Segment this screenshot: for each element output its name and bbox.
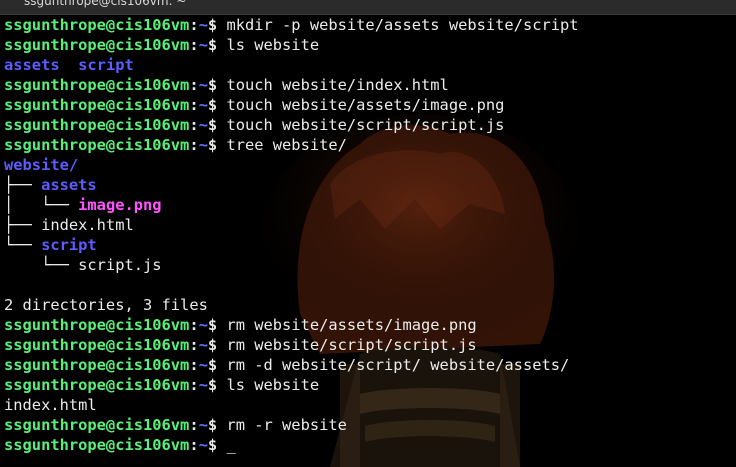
window-titlebar[interactable]: ssgunthrope@cis106vm: ~ — [0, 0, 736, 15]
prompt-symbol: $ — [207, 16, 227, 34]
prompt-user-host: ssgunthrope@cis106vm — [4, 96, 190, 114]
output-text: └── — [4, 236, 42, 254]
prompt-symbol: $ — [207, 96, 227, 114]
prompt-path: ~ — [198, 16, 208, 34]
directory-name: assets — [41, 176, 97, 194]
prompt-line: ssgunthrope@cis106vm:~$ rm -r website — [4, 415, 732, 435]
prompt-separator: : — [189, 416, 199, 434]
prompt-path: ~ — [198, 336, 208, 354]
output-line: ├── assets — [4, 175, 732, 195]
output-line: │ └── image.png — [4, 195, 732, 215]
prompt-line: ssgunthrope@cis106vm:~$ rm website/scrip… — [4, 335, 732, 355]
command-text: touch website/index.html — [226, 76, 449, 94]
output-text: └── script.js — [4, 256, 162, 274]
prompt-line: ssgunthrope@cis106vm:~$ tree website/ — [4, 135, 732, 155]
prompt-user-host: ssgunthrope@cis106vm — [4, 136, 190, 154]
prompt-line: ssgunthrope@cis106vm:~$ ls website — [4, 375, 732, 395]
directory-name: website/ — [4, 156, 79, 174]
output-text: ├── — [4, 176, 42, 194]
directory-name: script — [78, 56, 134, 74]
prompt-user-host: ssgunthrope@cis106vm — [4, 356, 190, 374]
prompt-line: ssgunthrope@cis106vm:~$ mkdir -p website… — [4, 15, 732, 35]
output-line: website/ — [4, 155, 732, 175]
prompt-separator: : — [189, 36, 199, 54]
prompt-user-host: ssgunthrope@cis106vm — [4, 416, 190, 434]
output-line: 2 directories, 3 files — [4, 295, 732, 315]
prompt-line: ssgunthrope@cis106vm:~$ touch website/sc… — [4, 115, 732, 135]
prompt-path: ~ — [198, 436, 208, 454]
prompt-separator: : — [189, 356, 199, 374]
prompt-user-host: ssgunthrope@cis106vm — [4, 36, 190, 54]
prompt-separator: : — [189, 16, 199, 34]
prompt-path: ~ — [198, 356, 208, 374]
prompt-line: ssgunthrope@cis106vm:~$ rm -d website/sc… — [4, 355, 732, 375]
prompt-user-host: ssgunthrope@cis106vm — [4, 76, 190, 94]
prompt-line: ssgunthrope@cis106vm:~$ ls website — [4, 35, 732, 55]
output-text: ├── index.html — [4, 216, 134, 234]
text-cursor[interactable]: _ — [226, 436, 235, 454]
file-name-image: image.png — [78, 196, 162, 214]
window-title: ssgunthrope@cis106vm: ~ — [24, 0, 187, 8]
command-text: touch website/assets/image.png — [226, 96, 505, 114]
output-line: ├── index.html — [4, 215, 732, 235]
prompt-separator: : — [189, 376, 199, 394]
prompt-user-host: ssgunthrope@cis106vm — [4, 436, 190, 454]
prompt-path: ~ — [198, 116, 208, 134]
prompt-symbol: $ — [207, 36, 227, 54]
prompt-path: ~ — [198, 76, 208, 94]
prompt-path: ~ — [198, 376, 208, 394]
prompt-user-host: ssgunthrope@cis106vm — [4, 116, 190, 134]
prompt-path: ~ — [198, 36, 208, 54]
prompt-separator: : — [189, 336, 199, 354]
prompt-symbol: $ — [207, 376, 227, 394]
terminal-output[interactable]: ssgunthrope@cis106vm:~$ mkdir -p website… — [4, 15, 732, 465]
command-text: ls website — [226, 376, 320, 394]
command-text: mkdir -p website/assets website/script — [226, 16, 579, 34]
prompt-user-host: ssgunthrope@cis106vm — [4, 316, 190, 334]
command-text: rm -d website/script/ website/assets/ — [226, 356, 570, 374]
prompt-path: ~ — [198, 136, 208, 154]
prompt-line: ssgunthrope@cis106vm:~$ rm website/asset… — [4, 315, 732, 335]
prompt-symbol: $ — [207, 436, 227, 454]
prompt-line: ssgunthrope@cis106vm:~$ touch website/in… — [4, 75, 732, 95]
prompt-symbol: $ — [207, 116, 227, 134]
output-line: └── script.js — [4, 255, 732, 275]
output-line: └── script — [4, 235, 732, 255]
command-text: tree website/ — [226, 136, 347, 154]
command-text: ls website — [226, 36, 320, 54]
command-text: rm website/script/script.js — [226, 336, 477, 354]
command-text: touch website/script/script.js — [226, 116, 505, 134]
prompt-line: ssgunthrope@cis106vm:~$ touch website/as… — [4, 95, 732, 115]
prompt-separator: : — [189, 436, 199, 454]
directory-name: assets — [4, 56, 60, 74]
prompt-separator: : — [189, 316, 199, 334]
prompt-symbol: $ — [207, 416, 227, 434]
prompt-symbol: $ — [207, 76, 227, 94]
output-text: 2 directories, 3 files — [4, 296, 208, 314]
output-line: index.html — [4, 395, 732, 415]
prompt-symbol: $ — [207, 316, 227, 334]
prompt-path: ~ — [198, 416, 208, 434]
prompt-user-host: ssgunthrope@cis106vm — [4, 16, 190, 34]
prompt-path: ~ — [198, 316, 208, 334]
output-text: │ └── — [4, 196, 79, 214]
output-line: assets script — [4, 55, 732, 75]
prompt-symbol: $ — [207, 136, 227, 154]
command-text: rm -r website — [226, 416, 347, 434]
prompt-line: ssgunthrope@cis106vm:~$ _ — [4, 435, 732, 455]
prompt-separator: : — [189, 96, 199, 114]
prompt-separator: : — [189, 136, 199, 154]
prompt-user-host: ssgunthrope@cis106vm — [4, 336, 190, 354]
prompt-symbol: $ — [207, 336, 227, 354]
prompt-user-host: ssgunthrope@cis106vm — [4, 376, 190, 394]
directory-name: script — [41, 236, 97, 254]
output-text: index.html — [4, 396, 97, 414]
prompt-separator: : — [189, 116, 199, 134]
prompt-separator: : — [189, 76, 199, 94]
prompt-symbol: $ — [207, 356, 227, 374]
command-text: rm website/assets/image.png — [226, 316, 477, 334]
prompt-path: ~ — [198, 96, 208, 114]
